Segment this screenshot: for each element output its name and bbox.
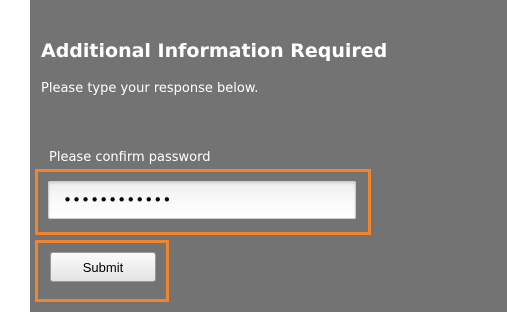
confirm-password-input[interactable] (48, 181, 356, 219)
dialog-subtitle: Please type your response below. (41, 81, 259, 96)
dialog-title: Additional Information Required (41, 40, 388, 62)
submit-button[interactable]: Submit (50, 252, 156, 282)
password-label: Please confirm password (49, 150, 211, 165)
